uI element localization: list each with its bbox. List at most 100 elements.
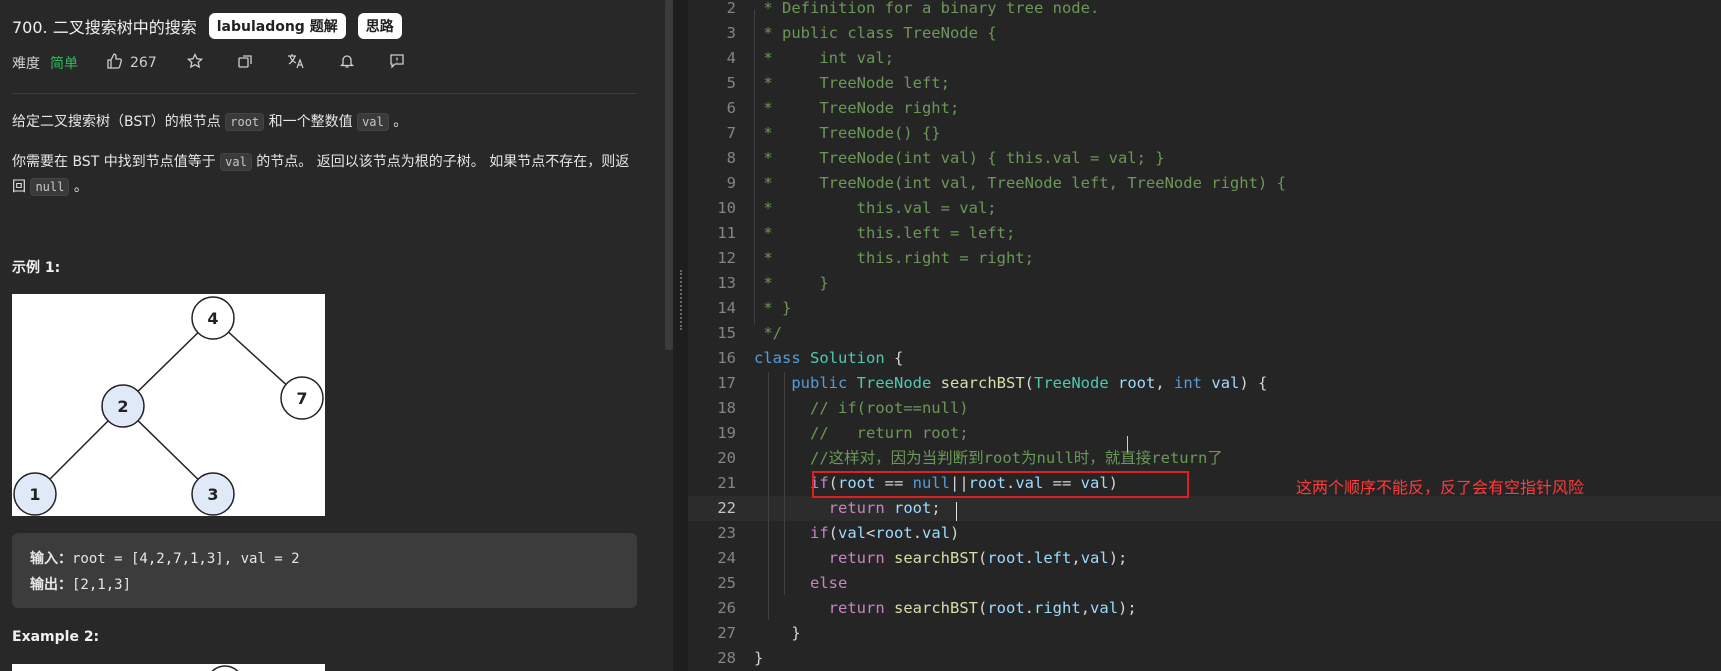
code-text[interactable]: * TreeNode(int val) { this.val = val; } xyxy=(754,146,1164,171)
input-label: 输入： xyxy=(30,551,72,567)
translate-icon[interactable] xyxy=(287,53,305,73)
share-icon[interactable] xyxy=(237,53,253,73)
code-line[interactable]: 8 * TreeNode(int val) { this.val = val; … xyxy=(688,146,1721,171)
code-text[interactable]: * this.right = right; xyxy=(754,246,1034,271)
tag-labuladong[interactable]: labuladong 题解 xyxy=(208,13,346,39)
code-line[interactable]: 17 public TreeNode searchBST(TreeNode ro… xyxy=(688,371,1721,396)
code-text[interactable]: * int val; xyxy=(754,46,894,71)
thumbs-up-icon[interactable] xyxy=(106,53,122,73)
code-line[interactable]: 13 * } xyxy=(688,271,1721,296)
output-label: 输出： xyxy=(30,577,72,593)
code-line[interactable]: 4 * int val; xyxy=(688,46,1721,71)
example1-heading: 示例 1: xyxy=(12,260,61,276)
code-line[interactable]: 28} xyxy=(688,646,1721,671)
code-line[interactable]: 20 //这样对，因为当判断到root为null时，就直接return了 xyxy=(688,446,1721,471)
line-number: 13 xyxy=(717,274,736,292)
code-line[interactable]: 18 // if(root==null) xyxy=(688,396,1721,421)
desc-text: 。 xyxy=(393,114,408,130)
code-text[interactable]: * } xyxy=(754,296,791,321)
code-line[interactable]: 15 */ xyxy=(688,321,1721,346)
code-text[interactable]: //这样对，因为当判断到root为null时，就直接return了 xyxy=(754,446,1223,471)
tree-node-label: 4 xyxy=(207,309,218,328)
code-text[interactable]: } xyxy=(754,646,763,671)
pane-splitter[interactable] xyxy=(673,0,688,671)
tree-diagram: 4 2 7 1 3 xyxy=(13,296,324,516)
code-text[interactable]: * } xyxy=(754,271,828,296)
line-number: 8 xyxy=(726,149,736,167)
line-number: 17 xyxy=(717,374,736,392)
code-line[interactable]: 9 * TreeNode(int val, TreeNode left, Tre… xyxy=(688,171,1721,196)
problem-scrollbar[interactable] xyxy=(665,0,673,350)
line-number: 12 xyxy=(717,249,736,267)
code-line[interactable]: 3 * public class TreeNode { xyxy=(688,21,1721,46)
code-line[interactable]: 10 * this.val = val; xyxy=(688,196,1721,221)
difficulty-value: 简单 xyxy=(50,56,78,72)
like-count: 267 xyxy=(130,55,157,71)
code-text[interactable]: * TreeNode() {} xyxy=(754,121,940,146)
tree-node-label: 2 xyxy=(117,397,128,416)
example2-heading: Example 2: xyxy=(12,629,100,645)
code-editor[interactable]: 2 * Definition for a binary tree node. 3 … xyxy=(688,0,1721,671)
tag-hint[interactable]: 思路 xyxy=(357,13,402,39)
code-text[interactable]: * this.val = val; xyxy=(754,196,996,221)
code-line[interactable]: 26 return searchBST(root.right,val); xyxy=(688,596,1721,621)
inline-code: val xyxy=(220,153,252,171)
code-text[interactable]: * TreeNode right; xyxy=(754,96,959,121)
code-line[interactable]: 23 if(val<root.val) xyxy=(688,521,1721,546)
line-number: 27 xyxy=(717,624,736,642)
line-number: 14 xyxy=(717,299,736,317)
code-text[interactable]: // return root; xyxy=(754,421,969,446)
line-number: 16 xyxy=(717,349,736,367)
example-output-line: 输出：[2,1,3] xyxy=(30,574,131,594)
code-line[interactable]: 11 * this.left = left; xyxy=(688,221,1721,246)
code-text[interactable]: return root; xyxy=(754,496,941,521)
code-line[interactable]: 24 return searchBST(root.left,val); xyxy=(688,546,1721,571)
line-number: 24 xyxy=(717,549,736,567)
example2-tree-image xyxy=(12,664,325,671)
code-line[interactable]: 5 * TreeNode left; xyxy=(688,71,1721,96)
code-text[interactable]: class Solution { xyxy=(754,346,903,371)
description-paragraph-2: 你需要在 BST 中找到节点值等于 val 的节点。 返回以该节点为根的子树。 … xyxy=(12,150,642,200)
code-line[interactable]: 27 } xyxy=(688,621,1721,646)
code-line[interactable]: 7 * TreeNode() {} xyxy=(688,121,1721,146)
code-text[interactable]: * Definition for a binary tree node. xyxy=(754,0,1099,21)
code-line[interactable]: 22 return root; xyxy=(688,496,1721,521)
code-line[interactable]: 25 else xyxy=(688,571,1721,596)
code-line[interactable]: 12 * this.right = right; xyxy=(688,246,1721,271)
code-line[interactable]: 16 class Solution { xyxy=(688,346,1721,371)
code-text[interactable]: * TreeNode(int val, TreeNode left, TreeN… xyxy=(754,171,1286,196)
code-text[interactable]: } xyxy=(754,621,800,646)
line-number: 3 xyxy=(726,24,736,42)
output-value: [2,1,3] xyxy=(72,577,132,593)
annotation-note: 这两个顺序不能反，反了会有空指针风险 xyxy=(1296,478,1585,497)
meta-row: 难度 简单 267 xyxy=(12,52,405,73)
code-line[interactable]: 2 * Definition for a binary tree node. xyxy=(688,0,1721,21)
problem-panel: 700. 二叉搜索树中的搜索 labuladong 题解 思路 难度 简单 26… xyxy=(0,0,665,671)
bell-icon[interactable] xyxy=(339,53,355,73)
feedback-icon[interactable] xyxy=(389,53,405,73)
code-text[interactable]: * TreeNode left; xyxy=(754,71,950,96)
code-line[interactable]: 19 // return root; xyxy=(688,421,1721,446)
code-text[interactable]: return searchBST(root.right,val); xyxy=(754,596,1137,621)
code-text[interactable]: */ xyxy=(754,321,782,346)
line-number: 26 xyxy=(717,599,736,617)
code-text[interactable]: // if(root==null) xyxy=(754,396,969,421)
desc-text: 你需要在 BST 中找到节点值等于 xyxy=(12,154,216,170)
example-tree-image: 4 2 7 1 3 xyxy=(12,294,325,516)
code-line[interactable]: 14 * } xyxy=(688,296,1721,321)
line-number: 20 xyxy=(717,449,736,467)
line-number: 5 xyxy=(726,74,736,92)
code-text[interactable]: public TreeNode searchBST(TreeNode root,… xyxy=(754,371,1267,396)
desc-text: 给定二叉搜索树（BST）的根节点 xyxy=(12,114,221,130)
splitter-grip-icon[interactable] xyxy=(680,270,684,330)
tree-node: 4 xyxy=(191,296,235,340)
example-input-line: 输入：root = [4,2,7,1,3], val = 2 xyxy=(30,548,300,568)
code-text[interactable]: * this.left = left; xyxy=(754,221,1015,246)
line-number: 7 xyxy=(726,124,736,142)
code-text[interactable]: return searchBST(root.left,val); xyxy=(754,546,1128,571)
code-text[interactable]: * public class TreeNode { xyxy=(754,21,996,46)
code-line[interactable]: 6 * TreeNode right; xyxy=(688,96,1721,121)
inline-code: val xyxy=(357,113,389,131)
line-number: 25 xyxy=(717,574,736,592)
star-icon[interactable] xyxy=(186,52,203,73)
